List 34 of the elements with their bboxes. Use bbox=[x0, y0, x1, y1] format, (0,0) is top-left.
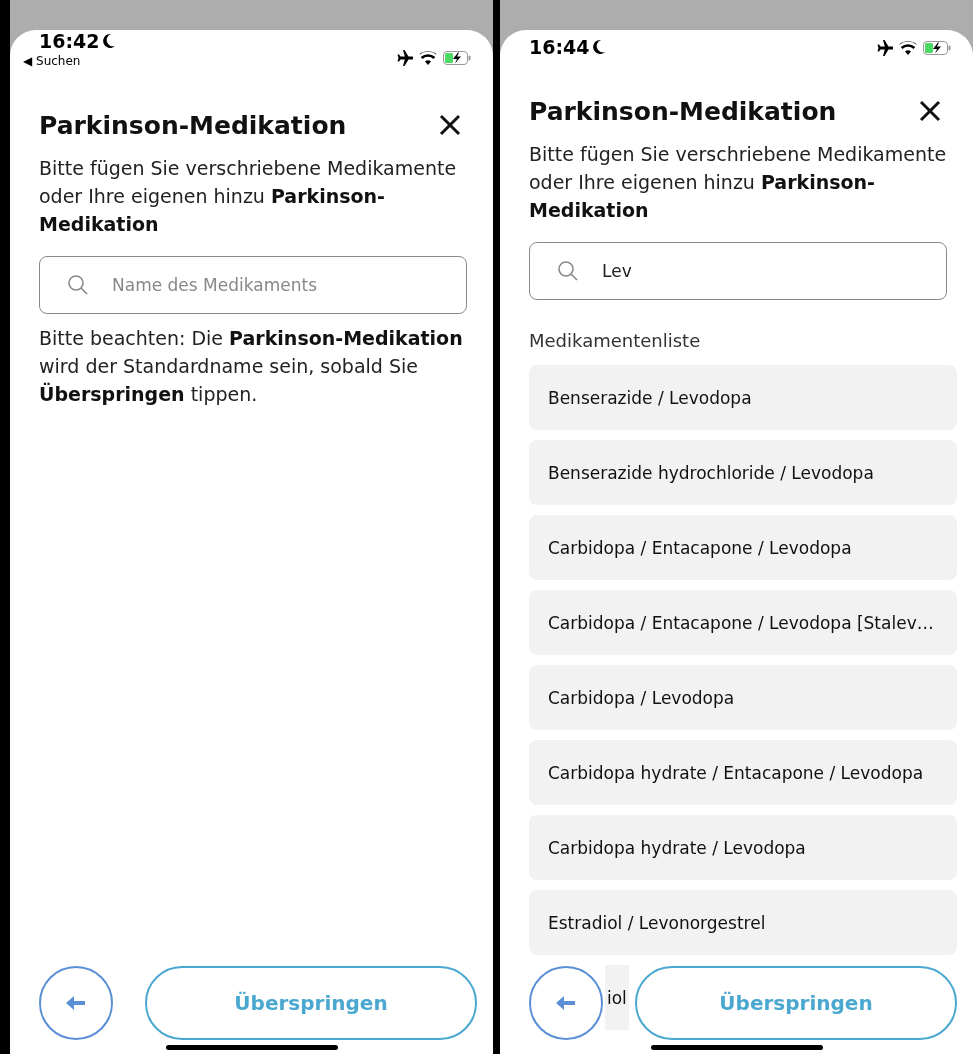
moon-icon bbox=[592, 39, 607, 55]
wifi-icon bbox=[419, 51, 437, 65]
arrow-left-icon bbox=[66, 995, 86, 1011]
moon-icon bbox=[102, 33, 117, 49]
status-time: 16:44 bbox=[529, 30, 607, 58]
description-text: Bitte fügen Sie verschriebene Medikamente oder Ihre eigenen hinzu Parkinson-Medikation bbox=[39, 156, 458, 237]
airplane-icon bbox=[395, 50, 413, 66]
search-field[interactable]: Lev bbox=[529, 242, 947, 300]
close-icon bbox=[439, 114, 461, 136]
arrow-left-icon bbox=[556, 995, 576, 1011]
screen-title: Parkinson-Medikation bbox=[529, 96, 837, 126]
medication-item[interactable]: Carbidopa / Levodopa bbox=[529, 665, 957, 730]
wifi-icon bbox=[899, 41, 917, 55]
list-heading: Medikamentenliste bbox=[529, 330, 702, 351]
note-text: Bitte beachten: Die Parkinson-Medikation wird der Standardname sein, sobald Sie Überspringen tippen. bbox=[39, 326, 464, 407]
close-icon bbox=[919, 100, 941, 122]
battery-charging-icon bbox=[443, 51, 471, 65]
battery-charging-icon bbox=[923, 41, 951, 55]
back-to-app-link[interactable]: ◀ Suchen bbox=[23, 54, 117, 68]
search-icon bbox=[67, 274, 89, 296]
medication-item[interactable]: iol bbox=[605, 965, 629, 1030]
search-field[interactable]: Name des Medikaments bbox=[39, 256, 467, 314]
medication-item[interactable]: Benserazide hydrochloride / Levodopa bbox=[529, 440, 957, 505]
screen-title: Parkinson-Medikation bbox=[39, 110, 347, 140]
medication-item[interactable]: Carbidopa hydrate / Levodopa bbox=[529, 815, 957, 880]
medication-item[interactable]: Carbidopa / Entacapone / Levodopa [Stalev… bbox=[529, 590, 957, 655]
status-time: 16:42 bbox=[39, 30, 117, 52]
medication-item[interactable]: Benserazide / Levodopa bbox=[529, 365, 957, 430]
medication-item[interactable]: Carbidopa / Entacapone / Levodopa bbox=[529, 515, 957, 580]
airplane-icon bbox=[875, 40, 893, 56]
medication-item[interactable]: Carbidopa hydrate / Entacapone / Levodopa bbox=[529, 740, 957, 805]
description-text: Bitte fügen Sie verschriebene Medikamente oder Ihre eigenen hinzu Parkinson-Medikation bbox=[529, 142, 948, 223]
search-icon bbox=[557, 260, 579, 282]
medication-item[interactable]: Estradiol / Levonorgestrel bbox=[529, 890, 957, 955]
